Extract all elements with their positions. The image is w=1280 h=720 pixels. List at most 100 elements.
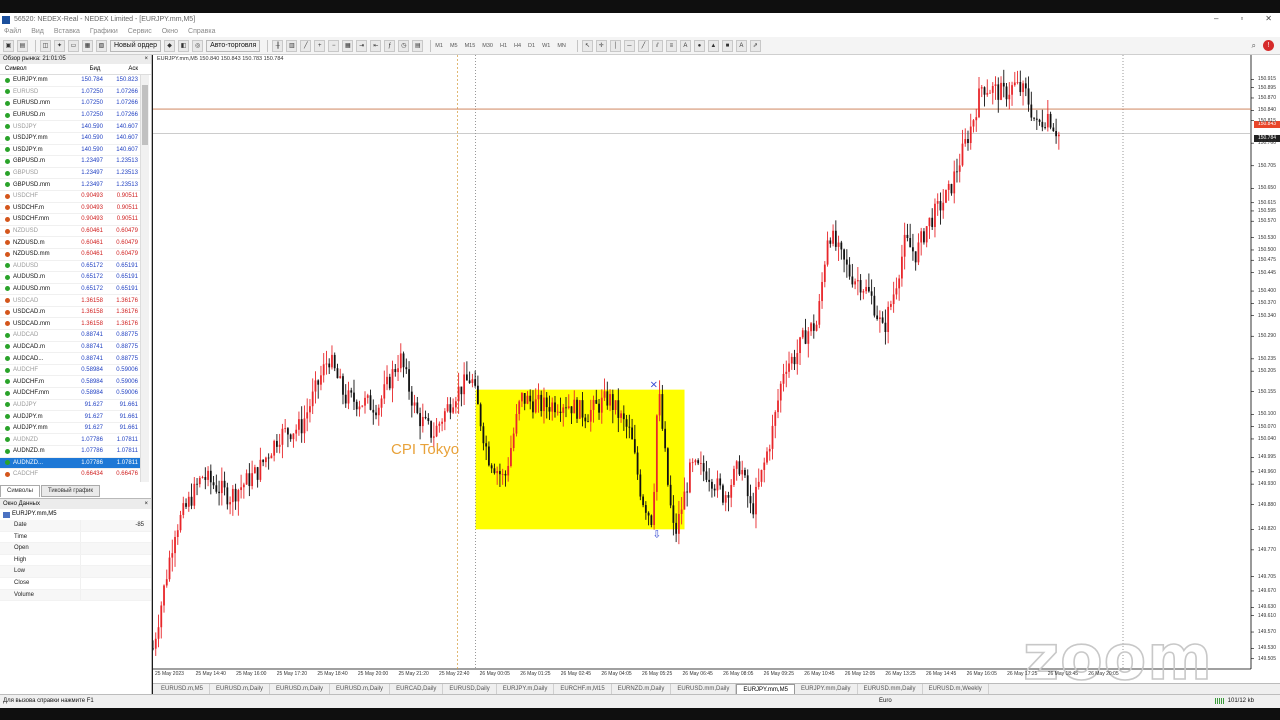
autoscroll-icon[interactable]: ⇥: [356, 39, 368, 52]
market-watch-row[interactable]: USDCAD.m 1.36158 1.36176: [0, 307, 140, 319]
menu-view[interactable]: Вид: [31, 28, 44, 35]
price-chart[interactable]: × ⇩ EURJPY.mm,M5 150.840 150.843 150.783 …: [153, 55, 1280, 695]
chart-tab[interactable]: EURJPY.mm,Daily: [795, 684, 858, 694]
ellipse-icon[interactable]: ●: [693, 39, 705, 52]
market-watch-row[interactable]: AUDCHF 0.58984 0.59006: [0, 365, 140, 377]
market-watch-row[interactable]: AUDCHF.mm 0.58984 0.59006: [0, 388, 140, 400]
market-watch-row[interactable]: AUDCAD... 0.88741 0.88775: [0, 353, 140, 365]
chart-tab[interactable]: EURJPY.m,Daily: [497, 684, 555, 694]
market-watch-row[interactable]: AUDUSD.mm 0.65172 0.65191: [0, 284, 140, 296]
market-watch-row[interactable]: AUDNZD 1.07786 1.07811: [0, 434, 140, 446]
market-watch-row[interactable]: AUDCAD.m 0.88741 0.88775: [0, 342, 140, 354]
bar-chart-icon[interactable]: ╫: [272, 39, 284, 52]
market-watch-row[interactable]: EURJPY.mm 150.784 150.823: [0, 75, 140, 87]
trendline-icon[interactable]: ╱: [637, 39, 649, 52]
crosshair-icon[interactable]: ✛: [595, 39, 607, 52]
market-watch-row[interactable]: EURUSD 1.07250 1.07266: [0, 87, 140, 99]
chart-tab[interactable]: EURCHF.m,M15: [554, 684, 612, 694]
scrollbar-thumb[interactable]: [142, 85, 148, 145]
market-watch-row[interactable]: AUDJPY.m 91.627 91.661: [0, 411, 140, 423]
new-chart-icon[interactable]: ▣: [3, 39, 14, 52]
market-watch-row[interactable]: NZDUSD 0.60461 0.60479: [0, 226, 140, 238]
search-icon[interactable]: ⌕: [1252, 41, 1256, 51]
market-watch-row[interactable]: GBPUSD.mm 1.23497 1.23513: [0, 179, 140, 191]
vertical-line-icon[interactable]: │: [609, 39, 621, 52]
tab-symbols[interactable]: Символы: [0, 485, 40, 497]
market-watch-row[interactable]: USDCHF.m 0.90493 0.90511: [0, 203, 140, 215]
timeframe-w1[interactable]: W1: [542, 43, 550, 49]
column-symbol[interactable]: Символ: [0, 66, 80, 72]
timeframe-d1[interactable]: D1: [528, 43, 535, 49]
market-watch-row[interactable]: AUDNZD... 1.07786 1.07811: [0, 457, 140, 470]
timeframe-m1[interactable]: M1: [435, 43, 443, 49]
close-icon[interactable]: ×: [144, 55, 148, 64]
chart-tab[interactable]: EURUSD.m,M5: [155, 684, 211, 694]
chart-tab[interactable]: EURUSD.mm,Daily: [671, 684, 737, 694]
market-watch-row[interactable]: USDCHF.mm 0.90493 0.90511: [0, 214, 140, 226]
minimize-button[interactable]: –: [1214, 14, 1218, 23]
auto-trading-button[interactable]: Авто-торговля: [206, 39, 261, 52]
menu-tools[interactable]: Сервис: [128, 28, 152, 35]
market-watch-row[interactable]: AUDCAD 0.88741 0.88775: [0, 330, 140, 342]
zoom-in-icon[interactable]: +: [314, 39, 326, 52]
zoom-out-icon[interactable]: −: [328, 39, 340, 52]
label-icon[interactable]: A: [735, 39, 747, 52]
market-watch-row[interactable]: AUDJPY.mm 91.627 91.661: [0, 423, 140, 435]
triangle-icon[interactable]: ▲: [707, 39, 719, 52]
market-watch-row[interactable]: GBPUSD.m 1.23497 1.23513: [0, 156, 140, 168]
rectangle-icon[interactable]: ■: [721, 39, 733, 52]
chart-tab[interactable]: EURUSD.m,Daily: [210, 684, 271, 694]
signal-icon[interactable]: ◎: [192, 39, 204, 52]
fibo-icon[interactable]: ≡: [665, 39, 677, 52]
cursor-icon[interactable]: ↖: [581, 39, 593, 52]
market-watch-row[interactable]: CADCHF 0.66434 0.66476: [0, 469, 140, 480]
market-watch-row[interactable]: NZDUSD.mm 0.60461 0.60479: [0, 249, 140, 261]
chart-tab[interactable]: EURUSD.m,Weekly: [923, 684, 989, 694]
status-profile[interactable]: Euro: [879, 698, 892, 704]
menu-insert[interactable]: Вставка: [54, 28, 80, 35]
chart-shift-icon[interactable]: ⇤: [370, 39, 382, 52]
indicators-icon[interactable]: ƒ: [384, 39, 396, 52]
metaeditor-icon[interactable]: ◆: [164, 39, 176, 52]
market-watch-row[interactable]: EURUSD.m 1.07250 1.07266: [0, 110, 140, 122]
maximize-button[interactable]: ▫: [1240, 14, 1243, 23]
price-chart-svg[interactable]: ×⇩: [153, 55, 1280, 683]
terminal-icon[interactable]: ▦: [82, 39, 93, 52]
column-bid[interactable]: Бид: [80, 66, 110, 72]
market-watch-row[interactable]: USDJPY.mm 140.590 140.607: [0, 133, 140, 145]
tab-tick-chart[interactable]: Тиковый график: [40, 485, 101, 497]
arrows-icon[interactable]: ⇗: [749, 39, 761, 52]
market-watch-row[interactable]: USDJPY.m 140.590 140.607: [0, 145, 140, 157]
menu-file[interactable]: Файл: [4, 28, 21, 35]
market-watch-row[interactable]: GBPUSD 1.23497 1.23513: [0, 168, 140, 180]
market-watch-row[interactable]: AUDJPY 91.627 91.661: [0, 400, 140, 412]
market-watch-row[interactable]: USDCAD.mm 1.36158 1.36176: [0, 318, 140, 331]
timeframe-mn[interactable]: MN: [557, 43, 566, 49]
folder-icon[interactable]: ▭: [68, 39, 79, 52]
periods-icon[interactable]: ◷: [398, 39, 410, 52]
menu-window[interactable]: Окно: [162, 28, 178, 35]
timeframe-m15[interactable]: M15: [465, 43, 476, 49]
close-icon[interactable]: ×: [144, 499, 148, 509]
market-watch-row[interactable]: USDCHF 0.90493 0.90511: [0, 191, 140, 203]
market-watch-row[interactable]: AUDUSD 0.65172 0.65191: [0, 261, 140, 273]
alert-icon[interactable]: !: [1263, 40, 1274, 51]
tester-icon[interactable]: ▧: [96, 39, 107, 52]
timeframe-h4[interactable]: H4: [514, 43, 521, 49]
tile-icon[interactable]: ▦: [342, 39, 354, 52]
templates-icon[interactable]: ▤: [412, 39, 424, 52]
chart-tab[interactable]: EURNZD.m,Daily: [612, 684, 672, 694]
close-button[interactable]: ✕: [1265, 14, 1272, 23]
market-watch-scrollbar[interactable]: [140, 75, 149, 482]
chart-tab[interactable]: EURUSD,Daily: [443, 684, 497, 694]
market-watch-row[interactable]: AUDUSD.m 0.65172 0.65191: [0, 272, 140, 284]
market-watch-icon[interactable]: ◫: [40, 39, 51, 52]
chart-tab[interactable]: EURUSD.mm,Daily: [858, 684, 923, 694]
market-watch-row[interactable]: NZDUSD.m 0.60461 0.60479: [0, 237, 140, 249]
new-order-button[interactable]: Новый ордер: [110, 39, 162, 52]
timeframe-h1[interactable]: H1: [500, 43, 507, 49]
profiles-icon[interactable]: ▤: [17, 39, 28, 52]
horizontal-line-icon[interactable]: ─: [623, 39, 635, 52]
chart-tab[interactable]: EURUSD.m,Daily: [270, 684, 331, 694]
chart-tab[interactable]: EURJPY.mm,M5: [736, 684, 795, 694]
